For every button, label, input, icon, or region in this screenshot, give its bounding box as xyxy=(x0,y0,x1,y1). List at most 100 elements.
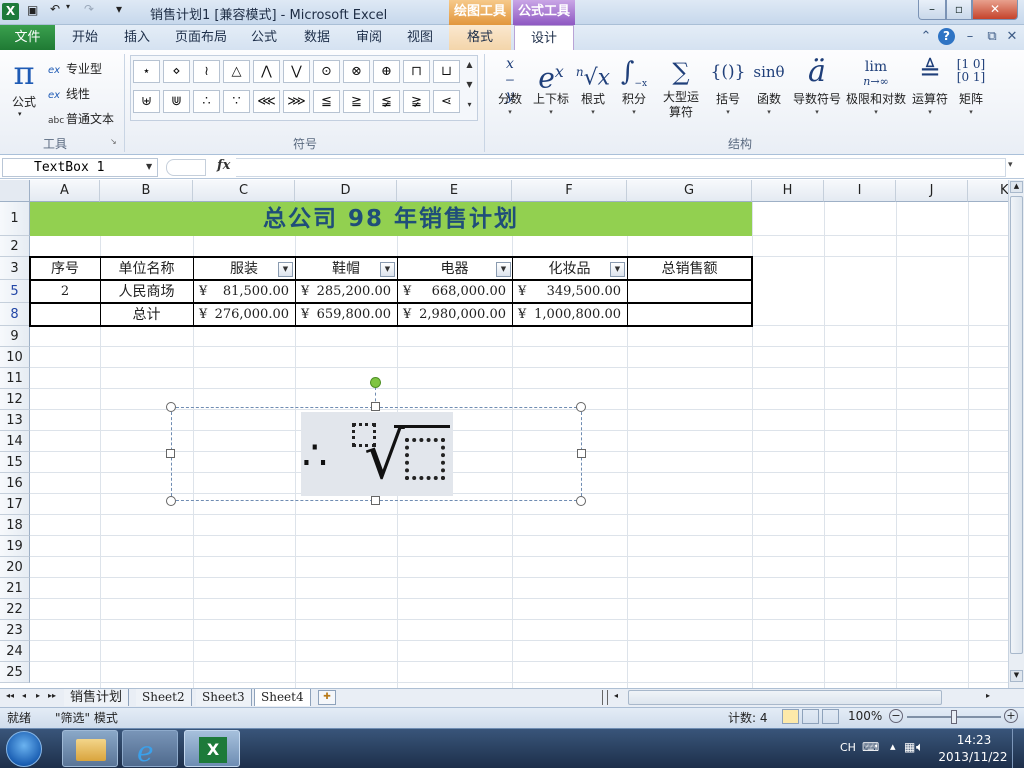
tools-launcher-icon[interactable]: ↘ xyxy=(110,137,117,146)
save-icon[interactable]: ▣ xyxy=(27,3,38,17)
filter-active-icon[interactable]: ▼ xyxy=(380,262,395,277)
ribbon-collapse-icon[interactable]: ⌃ xyxy=(918,29,934,44)
rotation-handle[interactable] xyxy=(370,377,381,388)
normal-view-icon[interactable] xyxy=(782,709,799,724)
linear-button[interactable]: ex 线性 xyxy=(48,85,90,102)
row-header[interactable]: 11 xyxy=(0,368,30,389)
symbol-button[interactable]: ⊙ xyxy=(313,60,340,83)
symbol-button[interactable]: ⋓ xyxy=(163,90,190,113)
prev-sheet-icon[interactable]: ◂ xyxy=(22,691,26,700)
bracket-button[interactable]: {()} 括号 ▾ xyxy=(710,54,746,117)
symbol-button[interactable]: ⋄ xyxy=(163,60,190,83)
tab-view[interactable]: 视图 xyxy=(397,25,443,50)
undo-icon[interactable]: ↶ xyxy=(50,2,60,16)
tab-page-layout[interactable]: 页面布局 xyxy=(168,25,234,50)
resize-handle[interactable] xyxy=(577,449,586,458)
excel-logo-icon[interactable]: X xyxy=(2,3,19,20)
column-header[interactable]: K xyxy=(968,180,1008,202)
professional-button[interactable]: ex 专业型 xyxy=(48,60,102,77)
resize-handle[interactable] xyxy=(576,402,586,412)
close-button[interactable]: ✕ xyxy=(972,0,1018,20)
row-header[interactable]: 25 xyxy=(0,662,30,683)
zoom-slider-thumb[interactable] xyxy=(951,710,957,724)
horizontal-scroll-thumb[interactable] xyxy=(628,690,942,705)
next-sheet-icon[interactable]: ▸ xyxy=(36,691,40,700)
row-header[interactable]: 3 xyxy=(0,257,30,280)
symbol-button[interactable]: ⋀ xyxy=(253,60,280,83)
integral-button[interactable]: ∫−x 积分 ▾ xyxy=(616,54,652,117)
filter-dropdown-icon[interactable]: ▼ xyxy=(278,262,293,277)
tab-design[interactable]: 设计 xyxy=(514,25,574,51)
zoom-in-icon[interactable]: + xyxy=(1004,709,1018,723)
cell-seq[interactable]: 2 xyxy=(30,281,100,303)
tab-data[interactable]: 数据 xyxy=(293,25,341,50)
column-header[interactable]: H xyxy=(752,180,824,202)
operator-button[interactable]: ≜ 运算符 ▾ xyxy=(909,54,951,117)
scroll-left-icon[interactable]: ◂ xyxy=(614,691,618,700)
sheet-tab[interactable]: 销售计划 xyxy=(64,689,130,706)
show-desktop-button[interactable] xyxy=(1012,729,1024,768)
sheet-tab[interactable]: Sheet2 xyxy=(136,689,192,706)
clock-date[interactable]: 2013/11/22 xyxy=(936,750,1010,764)
symbol-button[interactable]: ≨ xyxy=(373,90,400,113)
tab-insert[interactable]: 插入 xyxy=(114,25,160,50)
radicand-placeholder[interactable] xyxy=(405,438,445,480)
column-header[interactable]: D xyxy=(295,180,397,202)
resize-handle[interactable] xyxy=(576,496,586,506)
script-button[interactable]: ex 上下标 ▾ xyxy=(530,54,572,117)
header-cell[interactable]: 总销售额 xyxy=(627,258,752,280)
tab-formulas[interactable]: 公式 xyxy=(240,25,288,50)
cell-cosmetics[interactable]: ¥349,500.00 xyxy=(512,281,627,303)
insert-function-icon[interactable]: fx xyxy=(217,158,230,173)
scroll-right-icon[interactable]: ▸ xyxy=(986,691,990,700)
row-header[interactable]: 2 xyxy=(0,236,30,257)
header-cell[interactable]: 单位名称 xyxy=(100,258,193,280)
symbol-button[interactable]: ⋁ xyxy=(283,60,310,83)
column-header[interactable]: G xyxy=(627,180,752,202)
row-header[interactable]: 23 xyxy=(0,620,30,641)
zoom-level[interactable]: 100% xyxy=(848,709,882,723)
row-header[interactable]: 13 xyxy=(0,410,30,431)
accent-button[interactable]: ä 导数符号 ▾ xyxy=(792,54,842,117)
row-header[interactable]: 14 xyxy=(0,431,30,452)
limit-log-button[interactable]: lim n→∞ 极限和对数 ▾ xyxy=(845,54,907,117)
tab-home[interactable]: 开始 xyxy=(60,25,110,50)
sheet-tab[interactable]: Sheet3 xyxy=(196,689,252,706)
formula-input[interactable] xyxy=(236,158,1006,177)
row-header[interactable]: 1 xyxy=(0,202,30,236)
cell-total-label[interactable]: 总计 xyxy=(100,304,193,326)
page-layout-view-icon[interactable] xyxy=(802,709,819,724)
keyboard-icon[interactable]: ⌨ xyxy=(862,740,879,754)
scroll-down-icon[interactable]: ▼ xyxy=(1010,670,1023,682)
qat-customize-icon[interactable]: ▾ xyxy=(116,2,122,16)
cell-total-electric[interactable]: ¥2,980,000.00 xyxy=(397,304,512,326)
header-cell[interactable]: 序号 xyxy=(30,258,100,280)
tab-split-handle[interactable] xyxy=(602,690,608,705)
header-cell[interactable]: 电器 xyxy=(397,258,512,280)
cell-unit-name[interactable]: 人民商场 xyxy=(100,281,193,303)
cell-shoes[interactable]: ¥285,200.00 xyxy=(295,281,397,303)
sheet-tab-active[interactable]: Sheet4 xyxy=(254,689,311,706)
symbol-button[interactable]: ⊓ xyxy=(403,60,430,83)
zoom-out-icon[interactable]: − xyxy=(889,709,903,723)
resize-handle[interactable] xyxy=(371,402,380,411)
cell-electric[interactable]: ¥668,000.00 xyxy=(397,281,512,303)
large-operator-button[interactable]: ∑ 大型运算符 xyxy=(656,54,706,120)
resize-handle[interactable] xyxy=(166,496,176,506)
symbol-button[interactable]: ⋙ xyxy=(283,90,310,113)
symbol-button[interactable]: ∴ xyxy=(193,90,220,113)
pi-icon[interactable]: π xyxy=(8,56,40,90)
worksheet-grid[interactable]: A B C D E F G H I J K 1 2 3 5 8 9 10 11 … xyxy=(0,180,1008,688)
symbol-button[interactable]: ⋆ xyxy=(133,60,160,83)
cell-clothing[interactable]: ¥81,500.00 xyxy=(193,281,295,303)
symbol-button[interactable]: ⊎ xyxy=(133,90,160,113)
symbol-button[interactable]: ⊔ xyxy=(433,60,460,83)
row-header[interactable]: 17 xyxy=(0,494,30,515)
row-header[interactable]: 9 xyxy=(0,326,30,347)
row-header[interactable]: 18 xyxy=(0,515,30,536)
clock-time[interactable]: 14:23 xyxy=(950,733,998,747)
symbol-button[interactable]: ≧ xyxy=(343,90,370,113)
tab-review[interactable]: 审阅 xyxy=(346,25,392,50)
tab-file[interactable]: 文件 xyxy=(0,25,55,50)
insert-sheet-icon[interactable]: ✚ xyxy=(318,690,336,705)
